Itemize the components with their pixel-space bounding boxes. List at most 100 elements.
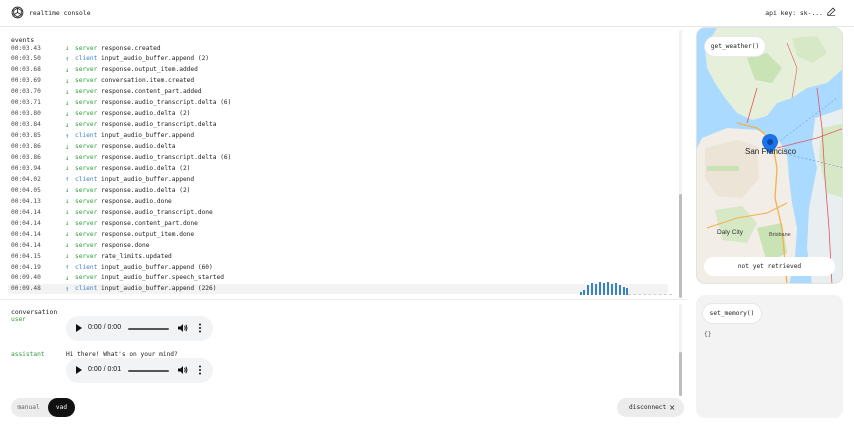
conversation-title: conversation (11, 308, 58, 316)
audio-time: 0:00 / 0:01 (88, 366, 122, 373)
arrow-down-icon: ↓ (65, 208, 70, 217)
event-row[interactable]: 00:03.43 ↓ server response.created (8, 43, 668, 53)
event-type: input_audio_buffer.append (101, 132, 195, 140)
event-type: rate_limits.updated (101, 252, 172, 260)
event-time: 00:03.86 (11, 154, 41, 161)
event-source: server (75, 154, 98, 161)
more-options-icon[interactable] (198, 365, 202, 375)
event-time: 00:04.14 (11, 208, 41, 216)
arrow-down-icon: ↓ (65, 98, 70, 107)
event-row[interactable]: 00:04.14 ↓ server response.audio_transcript… (8, 207, 668, 217)
app-header: realtime console api key: sk-... (0, 0, 854, 27)
event-time: 00:03.50 (11, 55, 41, 63)
event-time: 00:04.02 (11, 175, 41, 183)
more-options-icon[interactable] (198, 323, 202, 333)
event-type: conversation.item.created (101, 77, 195, 85)
user-audio-player[interactable]: 0:00 / 0:00 (66, 316, 213, 341)
arrow-down-icon: ↓ (65, 241, 70, 250)
event-type: response.audio_transcript.delta (6) (101, 99, 232, 107)
event-time: 00:04.19 (11, 263, 41, 271)
map-image[interactable] (697, 28, 843, 284)
event-row[interactable]: 00:04.19 ↑ client input_audio_buffer.append… (8, 262, 668, 272)
map-label-daly-city: Daly City (717, 229, 744, 236)
event-row[interactable]: 00:04.14 ↓ server response.done (8, 240, 668, 250)
event-type: input_audio_buffer.speech_started (101, 274, 224, 282)
event-row[interactable]: 00:04.05 ↓ server response.audio.delta (2) (8, 185, 668, 195)
event-source: server (75, 208, 98, 216)
openai-logo-icon (11, 6, 24, 19)
event-row[interactable]: 00:04.15 ↓ server rate_limits.updated (8, 251, 668, 261)
arrow-down-icon: ↓ (65, 153, 70, 162)
audio-progress-bar[interactable] (128, 328, 169, 330)
event-source: server (75, 186, 98, 194)
event-row[interactable]: 00:03.50 ↑ client input_audio_buffer.append… (8, 54, 668, 64)
edit-icon[interactable] (827, 7, 836, 16)
disconnect-label: disconnect (629, 404, 667, 411)
event-type: response.audio_transcript.delta (101, 121, 217, 129)
map-label-city: San Francisco (745, 147, 797, 156)
event-type: input_audio_buffer.append (60) (101, 263, 213, 271)
event-type: input_audio_buffer.append (101, 175, 195, 183)
event-row[interactable]: 00:03.86 ↓ server response.audio.delta (8, 142, 668, 152)
volume-icon[interactable] (178, 365, 188, 375)
event-type: response.audio.done (101, 197, 172, 205)
event-row[interactable]: 00:04.14 ↓ server response.output_item.done (8, 229, 668, 239)
audio-progress-bar[interactable] (128, 370, 169, 372)
event-row[interactable]: 00:03.70 ↓ server response.content_part.add… (8, 87, 668, 97)
event-row[interactable]: 00:03.80 ↓ server response.audio.delta (2) (8, 109, 668, 119)
memory-value: {} (704, 331, 712, 338)
event-source: client (75, 55, 98, 63)
event-row[interactable]: 00:04.14 ↓ server response.content_part.don… (8, 218, 668, 228)
user-role-label: user (11, 316, 26, 323)
arrow-up-icon: ↑ (65, 263, 70, 271)
get-weather-function-pill: get_weather() (705, 37, 765, 56)
arrow-down-icon: ↓ (65, 186, 70, 195)
panel-divider (0, 299, 686, 300)
arrow-down-icon: ↓ (65, 120, 70, 129)
conversation-scrollbar-thumb[interactable] (679, 352, 682, 396)
event-row[interactable]: 00:09.40 ↓ server input_audio_buffer.speech… (8, 273, 668, 283)
event-row[interactable]: 00:04.02 ↑ client input_audio_buffer.append (8, 174, 668, 184)
api-key-label: api key: sk-... (765, 9, 823, 17)
volume-icon[interactable] (178, 323, 188, 333)
event-source: server (75, 77, 98, 85)
event-time: 00:04.13 (11, 197, 41, 205)
arrow-down-icon: ↓ (65, 65, 70, 74)
event-row[interactable]: 00:03.86 ↓ server response.audio_transcript… (8, 153, 668, 163)
event-row[interactable]: 00:03.69 ↓ server conversation.item.created (8, 76, 668, 86)
arrow-up-icon: ↑ (65, 54, 70, 63)
assistant-audio-player[interactable]: 0:00 / 0:01 (66, 358, 213, 383)
event-source: server (75, 66, 98, 74)
event-time: 00:09.40 (11, 274, 41, 282)
event-row[interactable]: 00:03.68 ↓ server response.output_item.adde… (8, 65, 668, 75)
play-icon[interactable] (76, 324, 82, 332)
mode-manual-button[interactable]: manual (11, 398, 46, 417)
event-row[interactable]: 00:09.48 ↑ client input_audio_buffer.append… (8, 283, 668, 294)
event-type: response.content_part.added (101, 88, 202, 96)
disconnect-button[interactable]: disconnect × (617, 398, 684, 417)
event-source: client (75, 132, 98, 140)
arrow-down-icon: ↓ (65, 87, 70, 96)
event-source: server (75, 252, 98, 260)
mode-vad-button[interactable]: vad (48, 398, 75, 417)
event-row[interactable]: 00:04.13 ↓ server response.audio.done (8, 196, 668, 206)
event-time: 00:04.14 (11, 230, 41, 238)
event-type: response.created (101, 44, 161, 52)
event-source: server (75, 44, 98, 52)
arrow-down-icon: ↓ (65, 230, 70, 239)
event-row[interactable]: 00:03.94 ↓ server response.audio.delta (2) (8, 163, 668, 173)
play-icon[interactable] (76, 366, 82, 374)
event-time: 00:03.71 (11, 99, 41, 107)
event-row[interactable]: 00:03.85 ↑ client input_audio_buffer.append (8, 131, 668, 141)
event-row[interactable]: 00:03.84 ↓ server response.audio_transcript… (8, 120, 668, 130)
arrow-up-icon: ↑ (65, 284, 70, 293)
event-type: response.done (101, 241, 150, 249)
arrow-up-icon: ↑ (65, 131, 70, 140)
event-source: server (75, 197, 98, 205)
event-row[interactable]: 00:03.71 ↓ server response.audio_transcript… (8, 98, 668, 108)
mode-toggle[interactable]: manual vad (11, 398, 75, 417)
map-label-brisbane: Brisbane (769, 232, 791, 238)
audio-time: 0:00 / 0:00 (88, 324, 122, 331)
event-time: 00:03.85 (11, 132, 41, 140)
arrow-down-icon: ↓ (65, 76, 70, 85)
